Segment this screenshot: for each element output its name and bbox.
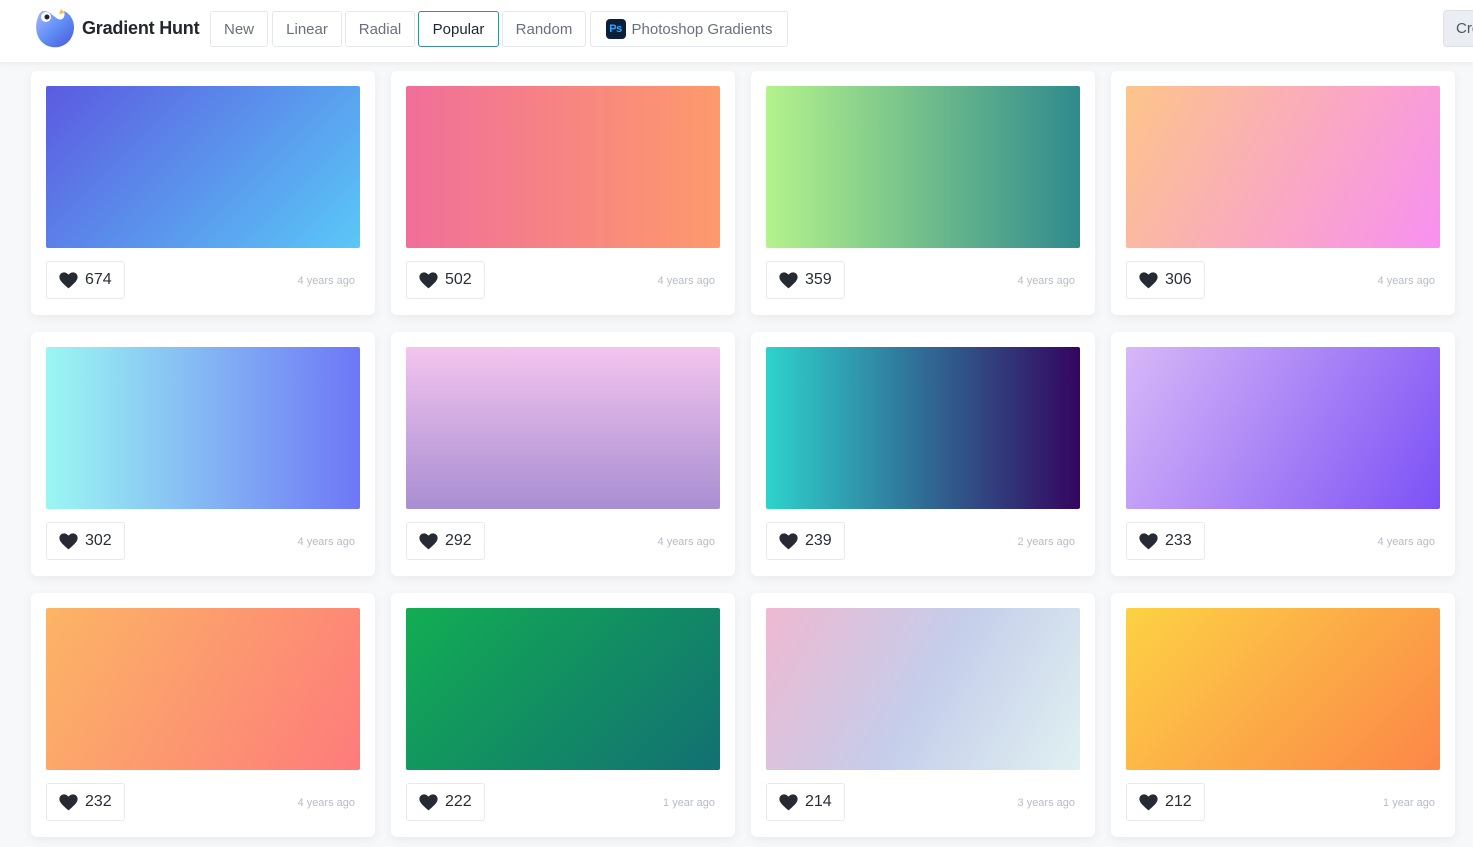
gradient-card: 359 4 years ago	[751, 71, 1095, 315]
posted-time: 4 years ago	[297, 797, 355, 809]
posted-time: 1 year ago	[663, 797, 715, 809]
nav-random[interactable]: Random	[502, 11, 586, 47]
like-button[interactable]: 232	[46, 783, 125, 821]
gradient-card: 674 4 years ago	[31, 71, 375, 315]
posted-time: 4 years ago	[297, 536, 355, 548]
posted-time: 4 years ago	[1017, 275, 1075, 287]
like-count: 232	[85, 793, 112, 810]
nav-photoshop-gradients[interactable]: Ps Photoshop Gradients	[590, 11, 788, 47]
heart-icon	[59, 532, 78, 549]
gradient-swatch[interactable]	[1126, 86, 1440, 248]
gradient-swatch[interactable]	[406, 608, 720, 770]
like-count: 359	[805, 271, 832, 288]
gradient-swatch[interactable]	[1126, 608, 1440, 770]
gradient-swatch[interactable]	[406, 347, 720, 509]
posted-time: 2 years ago	[1017, 536, 1075, 548]
heart-icon	[1139, 271, 1158, 288]
gradient-card: 239 2 years ago	[751, 332, 1095, 576]
like-count: 233	[1165, 532, 1192, 549]
gradient-card: 306 4 years ago	[1111, 71, 1455, 315]
heart-icon	[419, 532, 438, 549]
like-count: 292	[445, 532, 472, 549]
nav-label: Radial	[358, 20, 402, 38]
nav-label: Popular	[432, 20, 485, 38]
top-header: Gradient Hunt New Linear Radial Popular …	[0, 0, 1473, 62]
like-count: 222	[445, 793, 472, 810]
heart-icon	[779, 793, 798, 810]
heart-icon	[419, 271, 438, 288]
heart-icon	[59, 793, 78, 810]
like-button[interactable]: 302	[46, 522, 125, 560]
heart-icon	[1139, 532, 1158, 549]
gradient-card: 222 1 year ago	[391, 593, 735, 837]
heart-icon	[779, 532, 798, 549]
heart-icon	[1139, 793, 1158, 810]
nav-new[interactable]: New	[210, 11, 268, 47]
heart-icon	[59, 271, 78, 288]
create-button[interactable]: Create	[1443, 10, 1473, 47]
like-button[interactable]: 502	[406, 261, 485, 299]
like-button[interactable]: 239	[766, 522, 845, 560]
like-button[interactable]: 359	[766, 261, 845, 299]
nav-label: New	[223, 20, 254, 38]
posted-time: 4 years ago	[1377, 275, 1435, 287]
posted-time: 4 years ago	[657, 536, 715, 548]
like-count: 212	[1165, 793, 1192, 810]
posted-time: 3 years ago	[1017, 797, 1075, 809]
gradient-card: 502 4 years ago	[391, 71, 735, 315]
gradient-swatch[interactable]	[406, 86, 720, 248]
nav-linear[interactable]: Linear	[272, 11, 342, 47]
gradient-card: 233 4 years ago	[1111, 332, 1455, 576]
like-button[interactable]: 233	[1126, 522, 1205, 560]
posted-time: 4 years ago	[297, 275, 355, 287]
gradient-card: 292 4 years ago	[391, 332, 735, 576]
like-count: 674	[85, 271, 112, 288]
gradient-card: 302 4 years ago	[31, 332, 375, 576]
like-count: 502	[445, 271, 472, 288]
gradient-swatch[interactable]	[766, 347, 1080, 509]
gradient-swatch[interactable]	[1126, 347, 1440, 509]
heart-icon	[419, 793, 438, 810]
nav-label: Linear	[286, 20, 328, 38]
brand-name[interactable]: Gradient Hunt	[82, 18, 200, 39]
gradient-swatch[interactable]	[46, 608, 360, 770]
posted-time: 1 year ago	[1383, 797, 1435, 809]
gradient-card: 214 3 years ago	[751, 593, 1095, 837]
like-count: 302	[85, 532, 112, 549]
nav-label: Photoshop Gradients	[631, 20, 773, 38]
gradient-hunt-logo[interactable]	[32, 7, 76, 49]
like-button[interactable]: 674	[46, 261, 125, 299]
nav-radial[interactable]: Radial	[345, 11, 415, 47]
gradient-card: 212 1 year ago	[1111, 593, 1455, 837]
gradient-swatch[interactable]	[46, 86, 360, 248]
heart-icon	[779, 271, 798, 288]
create-label: Create	[1456, 20, 1473, 37]
like-count: 239	[805, 532, 832, 549]
gradient-swatch[interactable]	[46, 347, 360, 509]
posted-time: 4 years ago	[1377, 536, 1435, 548]
nav-label: Random	[515, 20, 573, 38]
like-button[interactable]: 222	[406, 783, 485, 821]
like-button[interactable]: 214	[766, 783, 845, 821]
like-button[interactable]: 306	[1126, 261, 1205, 299]
posted-time: 4 years ago	[657, 275, 715, 287]
like-button[interactable]: 292	[406, 522, 485, 560]
like-count: 306	[1165, 271, 1192, 288]
photoshop-icon: Ps	[605, 19, 626, 39]
gradient-swatch[interactable]	[766, 86, 1080, 248]
gradient-card: 232 4 years ago	[31, 593, 375, 837]
like-button[interactable]: 212	[1126, 783, 1205, 821]
nav-popular[interactable]: Popular	[418, 11, 499, 47]
like-count: 214	[805, 793, 832, 810]
gradient-swatch[interactable]	[766, 608, 1080, 770]
